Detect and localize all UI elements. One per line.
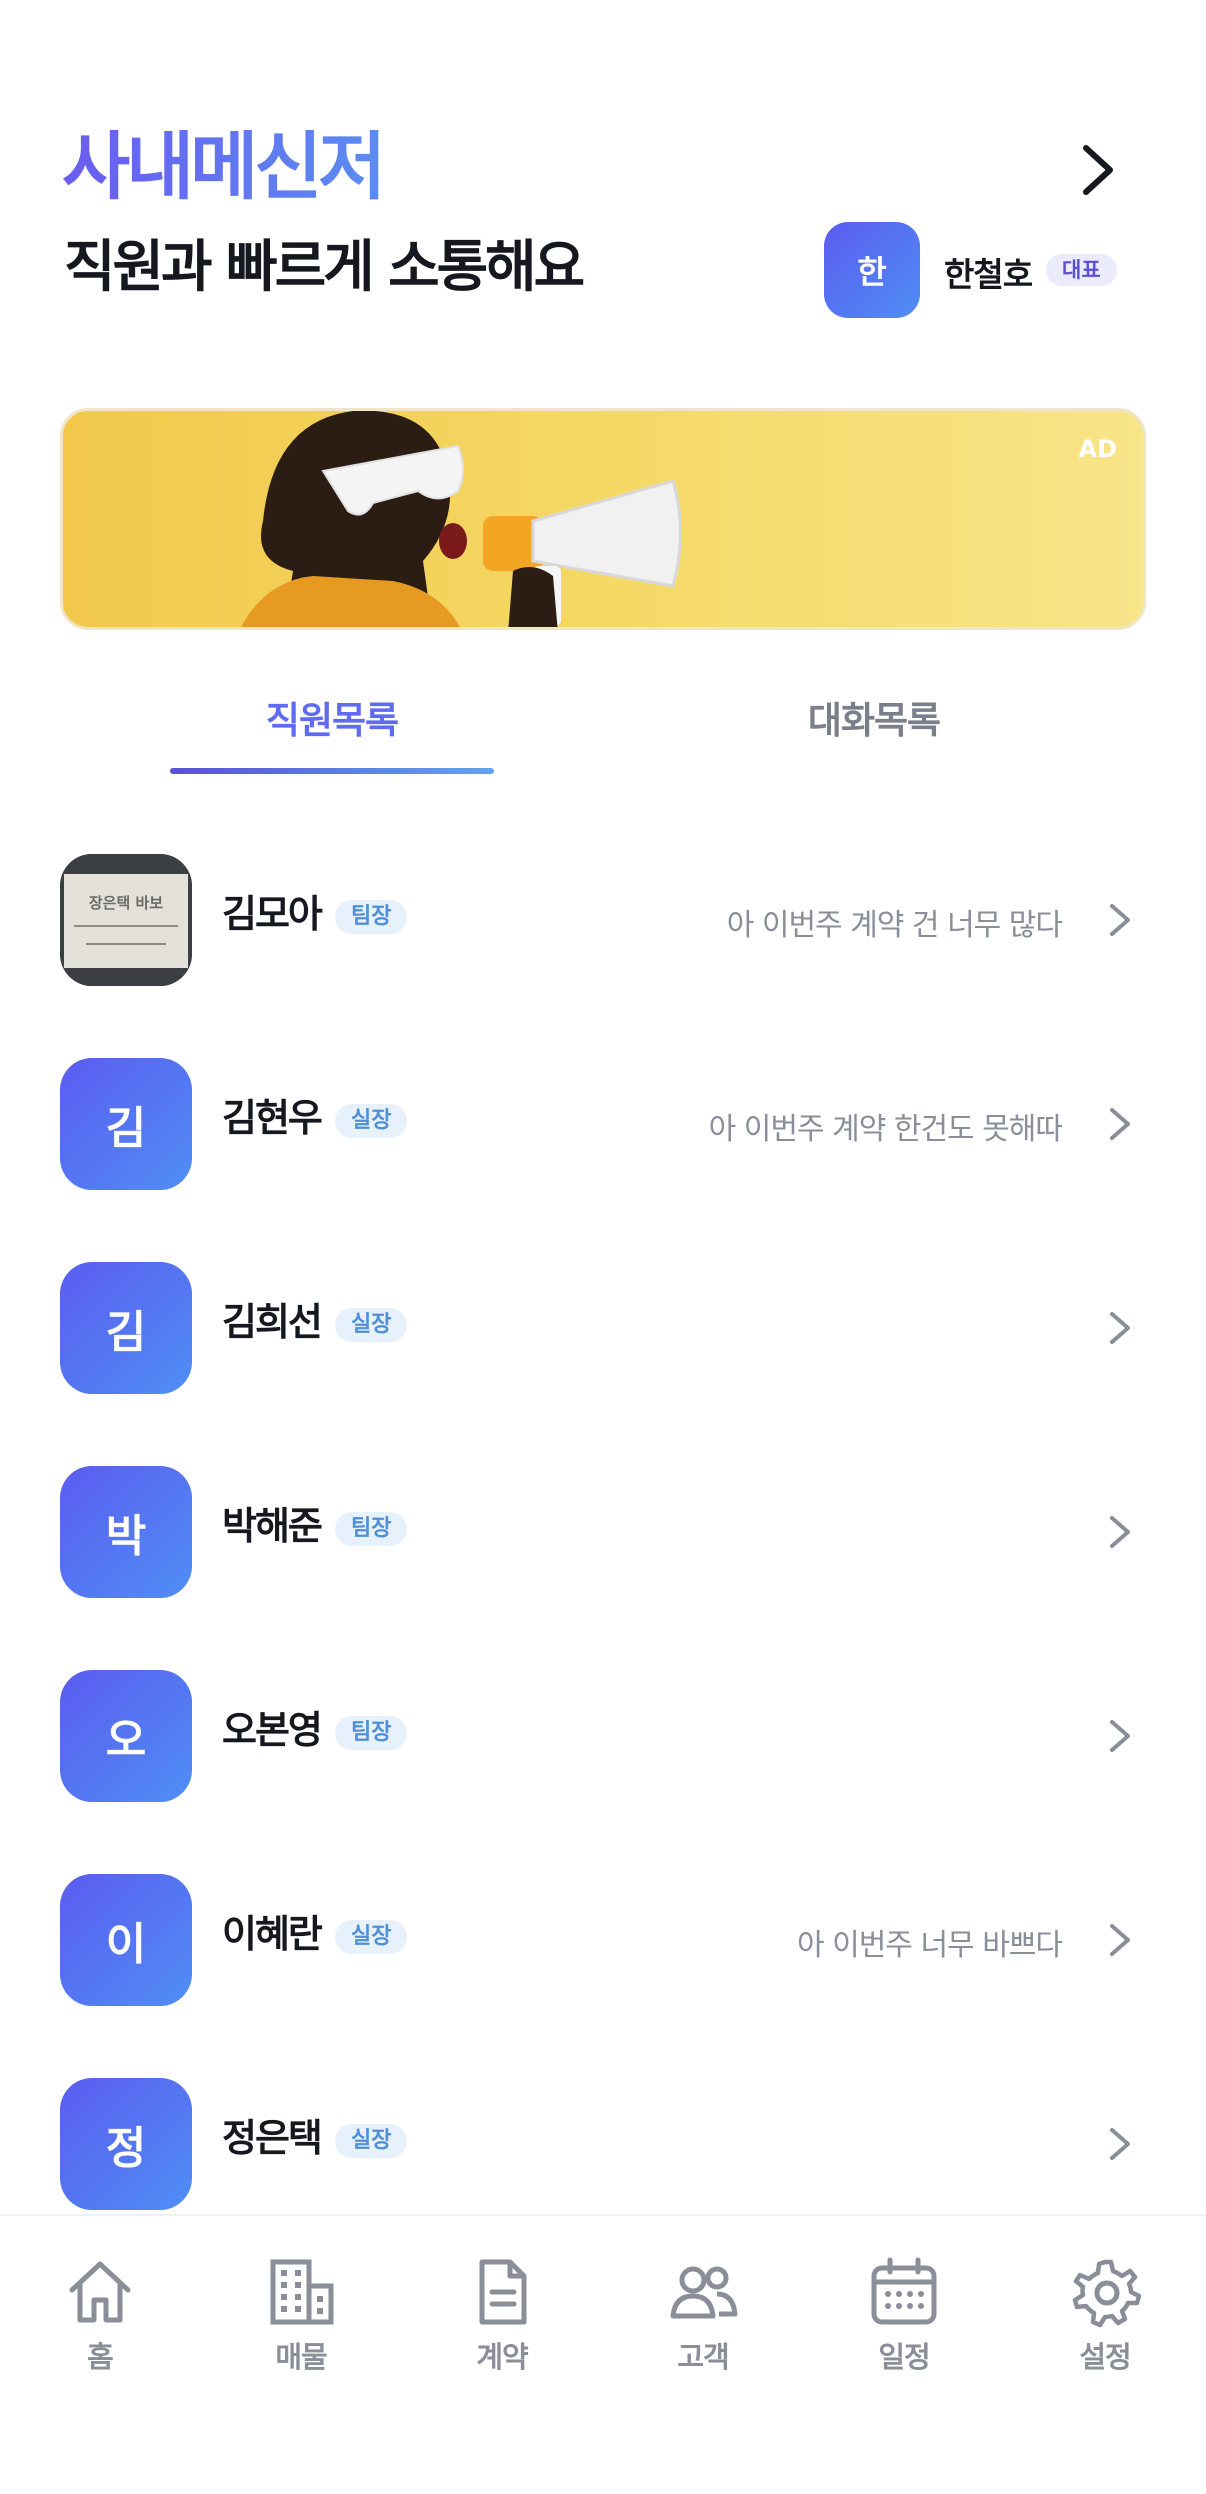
user-role-badge: 대표 — [1046, 254, 1117, 286]
nav-label: 일정 — [878, 2340, 930, 2374]
role-badge: 실장 — [335, 1104, 408, 1138]
avatar: 오 — [60, 1670, 192, 1802]
nav-customers[interactable]: 고객 — [643, 2256, 763, 2396]
page-subtitle: 직원과 빠르게 소통해요 — [64, 235, 585, 300]
chevron-right-icon — [1110, 904, 1130, 936]
nav-settings[interactable]: 설정 — [1045, 2256, 1165, 2396]
list-item[interactable]: 이 이혜란 실장 아 이번주 너무 바쁘다 — [0, 1860, 1206, 2006]
nav-contracts[interactable]: 계약 — [442, 2256, 562, 2396]
chevron-right-icon — [1110, 1108, 1130, 1140]
avatar: 정 — [60, 2078, 192, 2210]
employee-name: 김희선 — [222, 1300, 323, 1344]
employee-name: 박해준 — [222, 1504, 323, 1548]
list-item[interactable]: 박 박해준 팀장 — [0, 1452, 1206, 1598]
header: 사내메신저 직원과 빠르게 소통해요 한 한철호 대표 — [0, 0, 1206, 380]
ad-banner[interactable]: AD — [60, 408, 1146, 630]
document-icon — [479, 2259, 527, 2325]
tab-bar: 직원목록 대화목록 — [0, 690, 1206, 780]
avatar: 김 — [60, 1262, 192, 1394]
nav-label: 홈 — [87, 2340, 114, 2374]
role-badge: 팀장 — [335, 1512, 408, 1546]
nav-label: 설정 — [1079, 2340, 1131, 2374]
avatar-photo: 장은택 바보 — [60, 854, 192, 986]
role-badge: 팀장 — [335, 900, 408, 934]
nav-listings[interactable]: 매물 — [241, 2256, 361, 2396]
gear-icon — [1072, 2259, 1141, 2328]
chevron-right-icon — [1110, 1312, 1130, 1344]
role-badge: 실장 — [335, 1920, 408, 1954]
nav-home[interactable]: 홈 — [40, 2256, 160, 2396]
nav-label: 계약 — [476, 2340, 528, 2374]
users-icon — [670, 2266, 738, 2319]
role-badge: 실장 — [335, 2124, 408, 2158]
nav-label: 고객 — [677, 2340, 729, 2374]
list-item[interactable]: 오 오본영 팀장 — [0, 1656, 1206, 1802]
chevron-right-icon — [1110, 1516, 1130, 1548]
list-item[interactable]: 정 정은택 실장 — [0, 2064, 1206, 2210]
role-badge: 팀장 — [335, 1716, 408, 1750]
message-preview: 아 이번주 계약 한건도 못해따 — [708, 1112, 1063, 1147]
chevron-right-icon — [1110, 1720, 1130, 1752]
home-icon — [69, 2261, 131, 2323]
employee-name: 이혜란 — [222, 1912, 323, 1956]
avatar: 박 — [60, 1466, 192, 1598]
nav-schedule[interactable]: 일정 — [844, 2256, 964, 2396]
employee-name: 정은택 — [222, 2116, 323, 2160]
ad-label: AD — [1078, 435, 1118, 463]
avatar-photo-text: 장은택 바보 — [89, 894, 163, 912]
calendar-icon — [871, 2257, 937, 2325]
avatar: 이 — [60, 1874, 192, 2006]
chevron-right-icon — [1110, 2128, 1130, 2160]
employee-name: 김현우 — [222, 1096, 323, 1140]
message-preview: 아 이번주 계약 건 너무 많다 — [726, 908, 1063, 943]
user-avatar[interactable]: 한 — [824, 222, 920, 318]
tab-active-indicator — [170, 768, 494, 774]
employee-name: 김모아 — [222, 892, 323, 936]
page-title: 사내메신저 — [62, 124, 386, 210]
ad-image — [241, 411, 682, 627]
avatar: 김 — [60, 1058, 192, 1190]
chevron-right-icon — [1110, 1924, 1130, 1956]
user-name: 한철호 — [944, 255, 1033, 294]
role-badge: 실장 — [335, 1308, 408, 1342]
chevron-right-icon[interactable] — [1070, 140, 1122, 200]
message-preview: 아 이번주 너무 바쁘다 — [796, 1928, 1063, 1963]
list-item[interactable]: 장은택 바보 김모아 팀장 아 이번주 계약 건 너무 많다 — [0, 840, 1206, 986]
list-item[interactable]: 김 김현우 실장 아 이번주 계약 한건도 못해따 — [0, 1044, 1206, 1190]
building-icon — [270, 2259, 334, 2325]
tab-chats[interactable]: 대화목록 — [712, 690, 1036, 780]
employee-name: 오본영 — [222, 1708, 323, 1752]
bottom-nav: 홈 매물 계약 고객 일정 설정 — [0, 2214, 1206, 2494]
avatar: 장은택 바보 — [60, 854, 192, 986]
tab-employees[interactable]: 직원목록 — [170, 690, 494, 780]
nav-label: 매물 — [275, 2340, 327, 2374]
list-item[interactable]: 김 김희선 실장 — [0, 1248, 1206, 1394]
